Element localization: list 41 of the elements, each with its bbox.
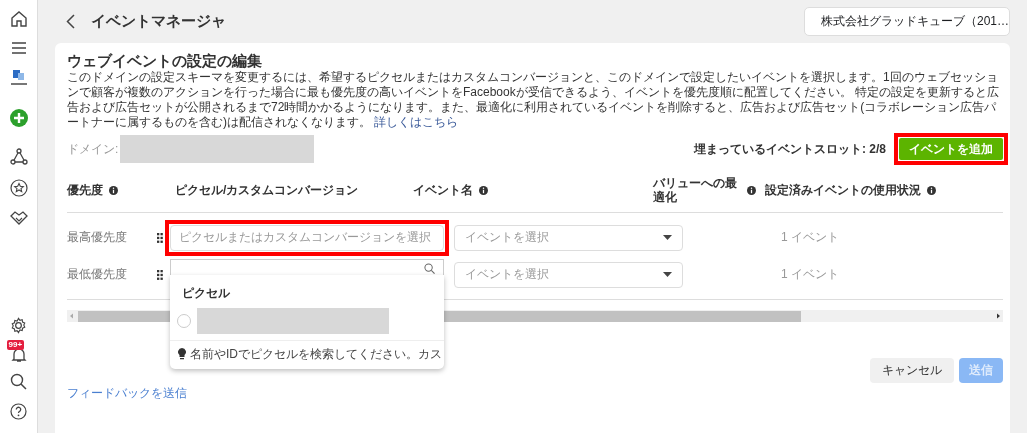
menu-icon[interactable] — [10, 41, 27, 55]
priority-label: 最低優先度 — [67, 266, 128, 283]
priority-label: 最高優先度 — [67, 229, 128, 246]
cancel-button[interactable]: キャンセル — [870, 358, 954, 383]
section-title: ウェブイベントの設定の編集 — [67, 52, 263, 70]
home-icon[interactable] — [9, 10, 28, 28]
drag-handle-icon[interactable] — [157, 269, 163, 280]
add-event-button[interactable]: イベントを追加 — [899, 138, 1003, 160]
bell-icon[interactable] — [10, 347, 27, 363]
caret-icon — [663, 271, 672, 278]
page-title: イベントマネージャ — [91, 12, 226, 31]
event-dropdown[interactable]: イベントを選択 — [454, 261, 683, 288]
lightbulb-icon — [178, 348, 186, 360]
search-icon[interactable] — [10, 373, 27, 390]
column-header: ピクセル/カスタムコンバージョン — [175, 181, 359, 199]
event-dropdown[interactable]: イベントを選択 — [454, 224, 683, 251]
column-header: イベント名 — [413, 181, 473, 199]
description-text: このドメインの設定スキーマを変更するには、希望するピクセルまたはカスタムコンバージョンと、このドメインで設定したいイベントを選択します。1回のウェブセッションで顧客が複数のアクションを行った場合に最も優先度の高いイベントをFacebookが受信できるよう、イベントを優先度順に配置してください。 特定の設定を更新すると広告および広告セットが公開されるまで72時間かかるようになります。また、最適化に利用されているイベントを削除すると、広告および広告セット(コラボレーション広告パートナーに属するものを含む)は配信されなくなります。 詳しくはこちら — [67, 70, 1001, 130]
account-selector[interactable]: 株式会社グラッドキューブ（201… — [804, 7, 1010, 36]
company-logo-icon[interactable] — [9, 68, 28, 88]
hint-text: 名前やIDでピクセルを検索してください。カス — [190, 345, 442, 363]
column-header: 優先度 — [67, 181, 103, 199]
learn-more-link[interactable]: 詳しくはこちら — [374, 115, 459, 129]
drag-handle-icon[interactable] — [157, 232, 163, 243]
help-icon[interactable] — [10, 403, 27, 420]
section-heading: ピクセル — [181, 284, 231, 302]
domain-label: ドメイン: — [67, 140, 119, 158]
settings-icon[interactable] — [10, 317, 27, 334]
back-icon[interactable] — [66, 14, 75, 29]
notification-badge: 99+ — [6, 340, 25, 350]
feedback-link[interactable]: フィードバックを送信 — [67, 385, 187, 402]
pixel-dropdown[interactable]: ピクセルまたはカスタムコンバージョンを選択 — [170, 224, 444, 251]
network-icon[interactable] — [9, 148, 28, 166]
column-header: バリューへの最適化 — [653, 176, 738, 204]
slot-count: 埋まっているイベントスロット: 2/8 — [694, 140, 886, 158]
usage-count: 1 イベント — [781, 229, 839, 246]
column-header: 設定済みイベントの使用状況 — [765, 181, 921, 199]
add-icon[interactable] — [9, 109, 28, 127]
usage-count: 1 イベント — [781, 266, 839, 283]
caret-icon — [663, 234, 672, 241]
search-icon — [424, 262, 435, 274]
